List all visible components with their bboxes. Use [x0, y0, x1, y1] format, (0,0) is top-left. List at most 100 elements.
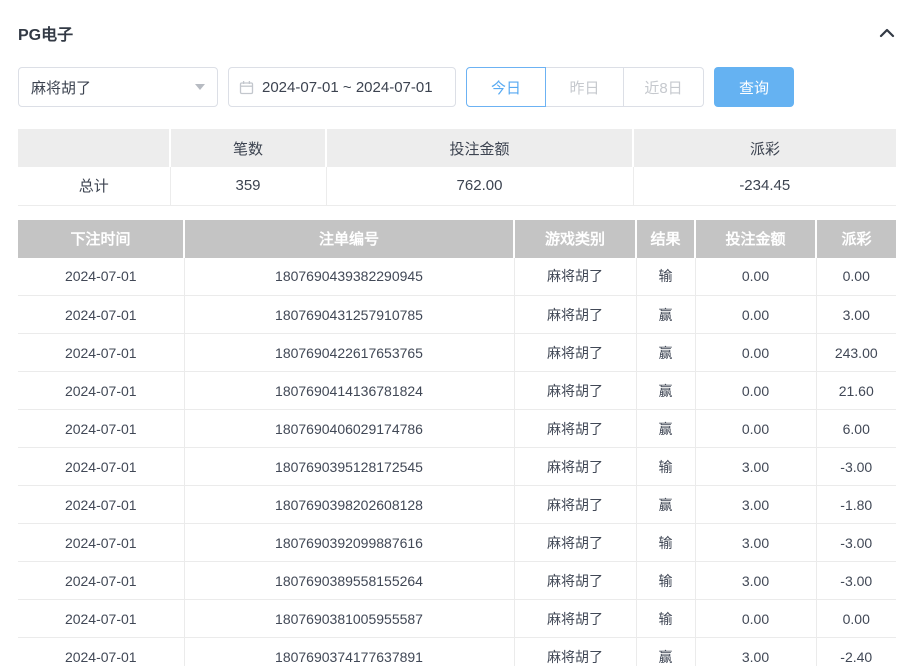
bet-id-cell: 1807690439382290945	[184, 258, 514, 296]
bet-amount-cell: 3.00	[695, 448, 816, 486]
bet-amount-cell: 0.00	[695, 410, 816, 448]
bet-id-cell: 1807690422617653765	[184, 334, 514, 372]
summary-total-count: 359	[170, 167, 326, 205]
bet-amount-cell: 0.00	[695, 600, 816, 638]
game-type-cell: 麻将胡了	[514, 448, 636, 486]
bet-time-cell: 2024-07-01	[18, 486, 184, 524]
pg-electronic-panel: PG电子 麻将胡了 2024-07-01 ~ 2024-07-01 今日 昨日 …	[0, 0, 914, 666]
bet-amount-cell: 0.00	[695, 258, 816, 296]
table-row: 2024-07-011807690374177637891麻将胡了赢3.00-2…	[18, 638, 896, 666]
summary-header-row: 笔数 投注金额 派彩	[18, 129, 896, 167]
result-cell: 输	[636, 600, 695, 638]
bet-amount-cell: 3.00	[695, 562, 816, 600]
bet-time-cell: 2024-07-01	[18, 448, 184, 486]
bet-time-cell: 2024-07-01	[18, 638, 184, 666]
summary-header-bet-amount: 投注金额	[326, 129, 633, 167]
yesterday-button[interactable]: 昨日	[546, 67, 624, 107]
date-range-input[interactable]: 2024-07-01 ~ 2024-07-01	[228, 67, 456, 107]
page-title: PG电子	[18, 21, 73, 45]
header-payout: 派彩	[816, 220, 896, 258]
bet-id-cell: 1807690406029174786	[184, 410, 514, 448]
game-select-value: 麻将胡了	[31, 77, 91, 98]
table-row: 2024-07-011807690439382290945麻将胡了输0.000.…	[18, 258, 896, 296]
calendar-icon	[239, 80, 254, 95]
game-select[interactable]: 麻将胡了	[18, 67, 218, 107]
bet-records-table: 下注时间 注单编号 游戏类别 结果 投注金额 派彩 2024-07-011807…	[18, 220, 896, 666]
quick-date-button-group: 今日 昨日 近8日	[466, 67, 704, 107]
bet-time-cell: 2024-07-01	[18, 524, 184, 562]
result-cell: 赢	[636, 638, 695, 666]
result-cell: 输	[636, 258, 695, 296]
bet-table-body: 2024-07-011807690439382290945麻将胡了输0.000.…	[18, 258, 896, 666]
bet-id-cell: 1807690381005955587	[184, 600, 514, 638]
bet-amount-cell: 0.00	[695, 296, 816, 334]
table-row: 2024-07-011807690406029174786麻将胡了赢0.006.…	[18, 410, 896, 448]
summary-total-label: 总计	[18, 167, 170, 205]
chevron-down-icon	[195, 84, 205, 90]
header-bet-time: 下注时间	[18, 220, 184, 258]
payout-cell: -3.00	[816, 524, 896, 562]
bet-id-cell: 1807690392099887616	[184, 524, 514, 562]
summary-total-bet-amount: 762.00	[326, 167, 633, 205]
payout-cell: 3.00	[816, 296, 896, 334]
bet-amount-cell: 3.00	[695, 524, 816, 562]
result-cell: 赢	[636, 410, 695, 448]
header-bet-id: 注单编号	[184, 220, 514, 258]
today-button[interactable]: 今日	[466, 67, 546, 107]
bet-time-cell: 2024-07-01	[18, 600, 184, 638]
last-8-days-button[interactable]: 近8日	[624, 67, 704, 107]
bet-id-cell: 1807690389558155264	[184, 562, 514, 600]
result-cell: 赢	[636, 372, 695, 410]
bet-time-cell: 2024-07-01	[18, 296, 184, 334]
table-row: 2024-07-011807690422617653765麻将胡了赢0.0024…	[18, 334, 896, 372]
summary-header-empty	[18, 129, 170, 167]
result-cell: 输	[636, 448, 695, 486]
bet-id-cell: 1807690431257910785	[184, 296, 514, 334]
filter-toolbar: 麻将胡了 2024-07-01 ~ 2024-07-01 今日 昨日 近8日 查…	[18, 67, 896, 107]
game-type-cell: 麻将胡了	[514, 334, 636, 372]
result-cell: 输	[636, 524, 695, 562]
summary-total-row: 总计 359 762.00 -234.45	[18, 167, 896, 205]
table-row: 2024-07-011807690389558155264麻将胡了输3.00-3…	[18, 562, 896, 600]
bet-time-cell: 2024-07-01	[18, 334, 184, 372]
bet-id-cell: 1807690414136781824	[184, 372, 514, 410]
header-bet-amount: 投注金额	[695, 220, 816, 258]
game-type-cell: 麻将胡了	[514, 638, 636, 666]
bet-amount-cell: 0.00	[695, 372, 816, 410]
payout-cell: 21.60	[816, 372, 896, 410]
summary-total-payout: -234.45	[633, 167, 896, 205]
summary-header-payout: 派彩	[633, 129, 896, 167]
bet-time-cell: 2024-07-01	[18, 372, 184, 410]
table-row: 2024-07-011807690414136781824麻将胡了赢0.0021…	[18, 372, 896, 410]
bet-amount-cell: 3.00	[695, 638, 816, 666]
result-cell: 赢	[636, 334, 695, 372]
query-button[interactable]: 查询	[714, 67, 794, 107]
payout-cell: -3.00	[816, 448, 896, 486]
payout-cell: -1.80	[816, 486, 896, 524]
game-type-cell: 麻将胡了	[514, 410, 636, 448]
game-type-cell: 麻将胡了	[514, 600, 636, 638]
payout-cell: 243.00	[816, 334, 896, 372]
result-cell: 赢	[636, 296, 695, 334]
payout-cell: 6.00	[816, 410, 896, 448]
result-cell: 输	[636, 562, 695, 600]
bet-time-cell: 2024-07-01	[18, 410, 184, 448]
game-type-cell: 麻将胡了	[514, 258, 636, 296]
bet-amount-cell: 3.00	[695, 486, 816, 524]
chevron-up-icon	[878, 26, 896, 40]
header-game-type: 游戏类别	[514, 220, 636, 258]
table-row: 2024-07-011807690381005955587麻将胡了输0.000.…	[18, 600, 896, 638]
summary-table: 笔数 投注金额 派彩 总计 359 762.00 -234.45	[18, 129, 896, 206]
date-range-value: 2024-07-01 ~ 2024-07-01	[262, 79, 433, 96]
table-row: 2024-07-011807690395128172545麻将胡了输3.00-3…	[18, 448, 896, 486]
header-result: 结果	[636, 220, 695, 258]
section-header: PG电子	[18, 0, 896, 45]
game-type-cell: 麻将胡了	[514, 372, 636, 410]
collapse-section-button[interactable]	[878, 26, 896, 40]
game-type-cell: 麻将胡了	[514, 524, 636, 562]
bet-amount-cell: 0.00	[695, 334, 816, 372]
payout-cell: -3.00	[816, 562, 896, 600]
summary-header-count: 笔数	[170, 129, 326, 167]
game-type-cell: 麻将胡了	[514, 296, 636, 334]
game-type-cell: 麻将胡了	[514, 486, 636, 524]
